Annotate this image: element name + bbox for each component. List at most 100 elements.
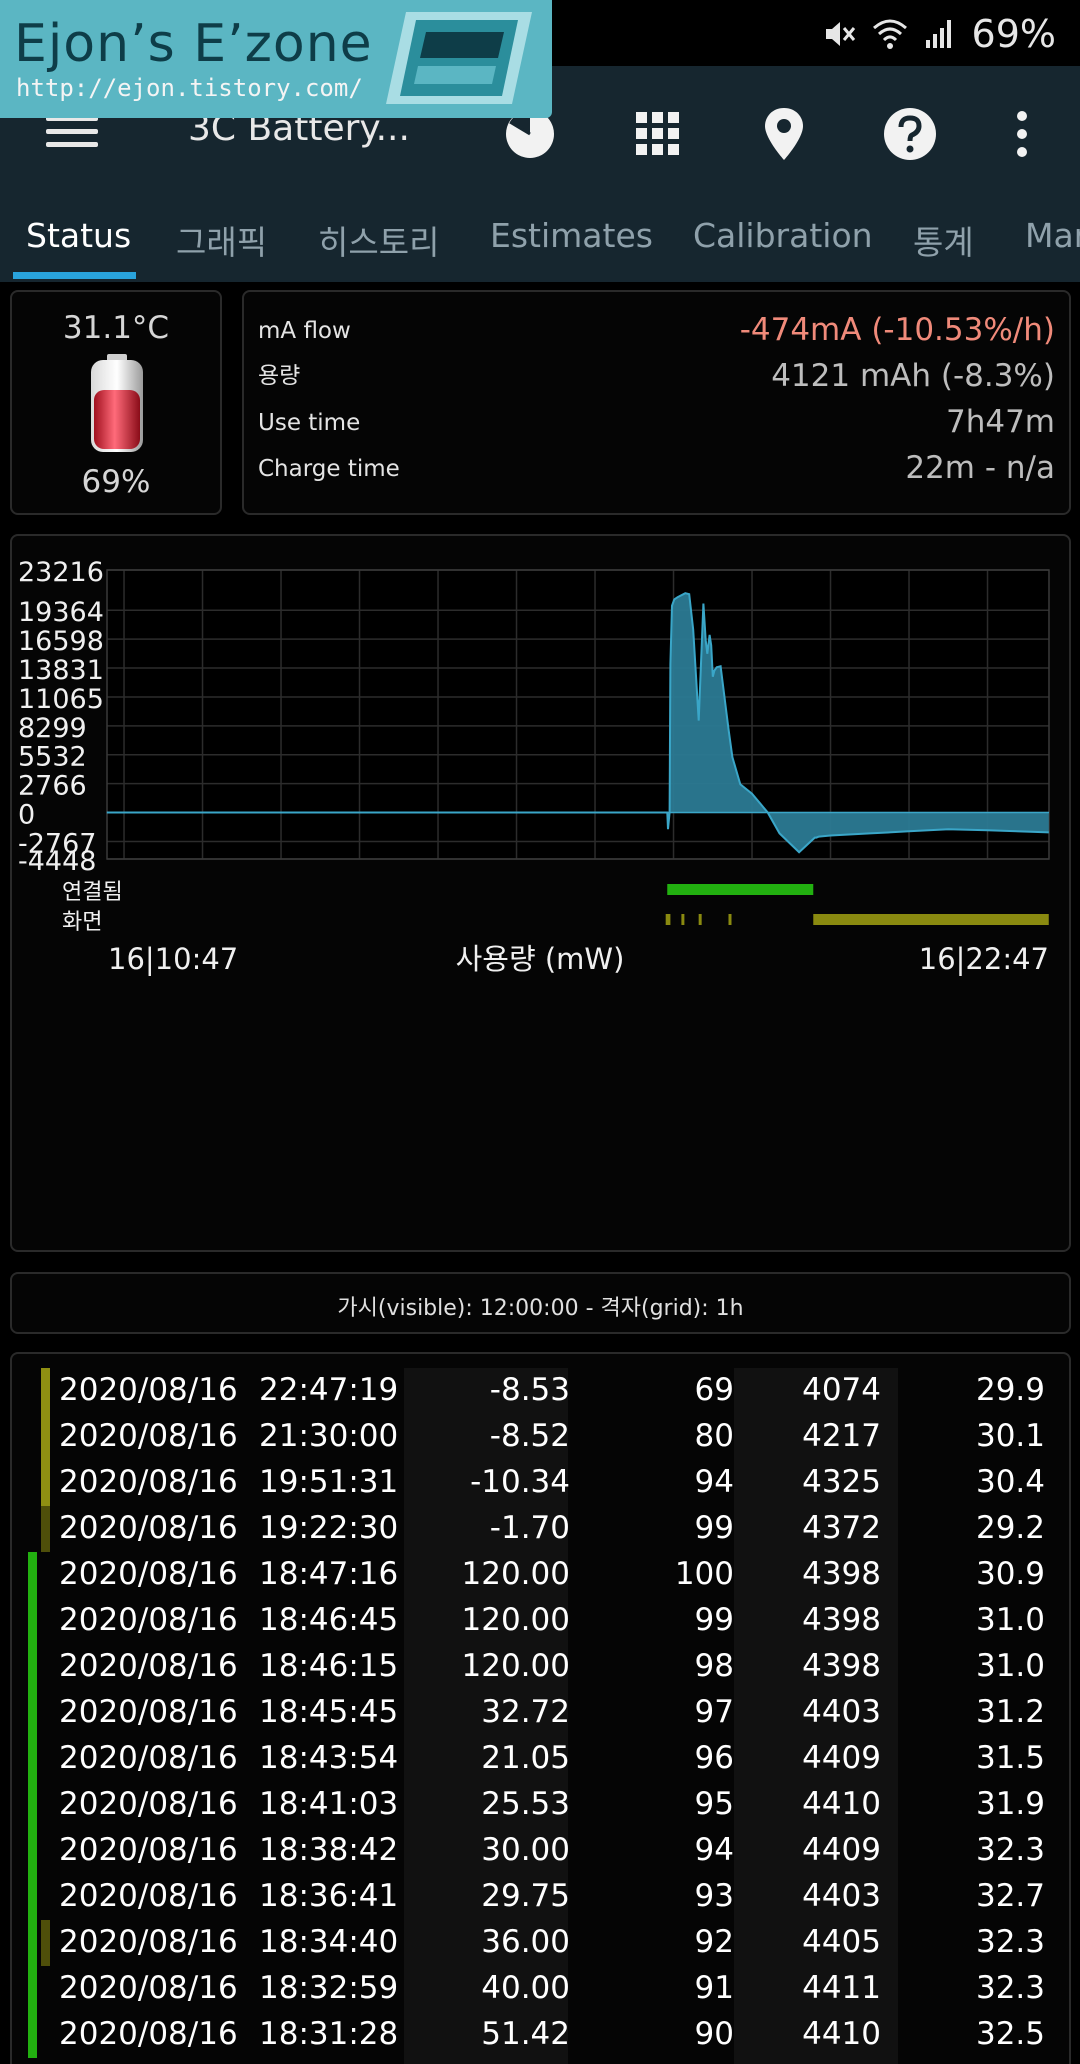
table-row[interactable]: 2020/08/16 18:47:16 120.00 100 4398 30.9 (12, 1552, 1069, 1598)
cell-level: 96 (694, 1740, 734, 1776)
cell-current: 120.00 (461, 1648, 570, 1684)
cell-temperature: 31.0 (975, 1648, 1045, 1684)
tab-graphic[interactable]: 그래픽 (176, 216, 267, 264)
cell-temperature: 30.9 (975, 1556, 1045, 1592)
charging-indicator (28, 1874, 37, 1920)
cell-date: 2020/08/16 (59, 1648, 238, 1684)
apps-grid-icon[interactable] (630, 106, 686, 162)
cell-date: 2020/08/16 (59, 1510, 238, 1546)
cell-temperature: 29.9 (975, 1372, 1045, 1408)
cell-date: 2020/08/16 (59, 1786, 238, 1822)
table-row[interactable]: 2020/08/16 22:47:19 -8.53 69 4074 29.9 (12, 1368, 1069, 1414)
visible-range-bar[interactable]: 가시(visible): 12:00:00 - 격자(grid): 1h (10, 1272, 1071, 1334)
cell-date: 2020/08/16 (59, 1832, 238, 1868)
help-icon[interactable] (882, 106, 938, 162)
battery-level: 69% (81, 464, 151, 500)
cell-date: 2020/08/16 (59, 1740, 238, 1776)
tab-more[interactable]: Mar (1025, 216, 1080, 255)
cell-temperature: 32.5 (975, 2016, 1045, 2052)
cell-current: -1.70 (489, 1510, 570, 1546)
cell-temperature: 31.5 (975, 1740, 1045, 1776)
mute-icon (825, 22, 855, 46)
cell-current: 21.05 (481, 1740, 570, 1776)
tab-stats[interactable]: 통계 (913, 216, 974, 264)
screen-label: 화면 (62, 910, 102, 935)
screen-bar (681, 914, 685, 925)
table-row[interactable]: 2020/08/16 18:36:41 29.75 93 4403 32.7 (12, 1874, 1069, 1920)
charging-indicator (28, 1598, 37, 1644)
charging-indicator (28, 1920, 37, 1966)
battery-temperature: 31.1°C (62, 310, 170, 346)
history-table[interactable]: 2020/08/16 22:47:19 -8.53 69 4074 29.9 2020/08… (10, 1352, 1071, 2064)
table-row[interactable]: 2020/08/16 18:32:59 40.00 91 4411 32.3 (12, 1966, 1069, 2012)
table-row[interactable]: 2020/08/16 19:22:30 -1.70 99 4372 29.2 (12, 1506, 1069, 1552)
menu-icon[interactable] (46, 116, 98, 152)
y-tick-label: 5532 (18, 742, 87, 773)
cell-time: 22:47:19 (259, 1372, 399, 1408)
usage-chart-panel[interactable]: 23216 19364 16598 13831 11065 8299 5532 2766 0 -2… (10, 534, 1071, 1252)
cell-current: -10.34 (470, 1464, 570, 1500)
table-row[interactable]: 2020/08/16 18:31:28 51.42 90 4410 32.5 (12, 2012, 1069, 2058)
cell-time: 18:31:28 (259, 2016, 399, 2052)
table-row[interactable]: 2020/08/16 18:34:40 36.00 92 4405 32.3 (12, 1920, 1069, 1966)
tab-status[interactable]: Status (26, 216, 131, 255)
battery-percent-text: 69% (971, 12, 1056, 56)
location-pin-icon[interactable] (756, 106, 812, 162)
cell-voltage: 4409 (802, 1832, 881, 1868)
table-row[interactable]: 2020/08/16 18:38:42 30.00 94 4409 32.3 (12, 1828, 1069, 1874)
table-row[interactable]: 2020/08/16 18:46:15 120.00 98 4398 31.0 (12, 1644, 1069, 1690)
screen-indicator (41, 1460, 50, 1506)
x-start-label: 16|10:47 (108, 942, 238, 976)
cell-temperature: 29.2 (975, 1510, 1045, 1546)
cell-date: 2020/08/16 (59, 1372, 238, 1408)
charging-indicator (28, 1644, 37, 1690)
logo-badge-icon (386, 12, 532, 104)
cell-date: 2020/08/16 (59, 1970, 238, 2006)
info-row-ma-flow: mA flow -474mA (-10.53%/h) (258, 304, 1055, 348)
screen-bar (728, 914, 732, 925)
cell-time: 19:22:30 (259, 1510, 399, 1546)
cell-voltage: 4398 (802, 1648, 881, 1684)
cell-level: 94 (694, 1832, 734, 1868)
overflow-menu-icon[interactable] (1000, 106, 1044, 162)
table-row[interactable]: 2020/08/16 21:30:00 -8.52 80 4217 30.1 (12, 1414, 1069, 1460)
screen-bar (813, 914, 1049, 925)
y-tick-label: 16598 (18, 626, 104, 657)
x-end-label: 16|22:47 (919, 942, 1049, 976)
cell-level: 69 (694, 1372, 734, 1408)
battery-summary-panel[interactable]: 31.1°C 69% (10, 290, 222, 515)
table-row[interactable]: 2020/08/16 19:51:31 -10.34 94 4325 30.4 (12, 1460, 1069, 1506)
tab-history[interactable]: 히스토리 (318, 216, 439, 264)
table-row[interactable]: 2020/08/16 18:41:03 25.53 95 4410 31.9 (12, 1782, 1069, 1828)
table-row[interactable]: 2020/08/16 18:43:54 21.05 96 4409 31.5 (12, 1736, 1069, 1782)
cell-level: 97 (694, 1694, 734, 1730)
screen-indicator (41, 1506, 50, 1552)
cell-level: 98 (694, 1648, 734, 1684)
info-row-capacity: 용량 4121 mAh (-8.3%) (258, 350, 1055, 394)
y-tick-label: 13831 (18, 655, 104, 686)
tab-calibration[interactable]: Calibration (693, 216, 873, 255)
cell-temperature: 31.2 (975, 1694, 1045, 1730)
cell-level: 95 (694, 1786, 734, 1822)
charging-indicator (28, 1828, 37, 1874)
signal-icon (925, 20, 951, 48)
x-axis-title: 사용량 (mW) (456, 942, 625, 976)
cell-voltage: 4217 (802, 1418, 881, 1454)
charging-indicator (28, 1552, 37, 1598)
usage-chart[interactable]: 23216193641659813831110658299553227660-2… (12, 536, 1069, 1250)
tab-estimates[interactable]: Estimates (490, 216, 653, 255)
cell-level: 92 (694, 1924, 734, 1960)
cell-level: 93 (694, 1878, 734, 1914)
screen-bar (665, 914, 671, 925)
cell-time: 18:45:45 (259, 1694, 399, 1730)
cell-voltage: 4403 (802, 1878, 881, 1914)
cell-current: 25.53 (481, 1786, 570, 1822)
cell-temperature: 32.3 (975, 1924, 1045, 1960)
status-icons: 69% (822, 12, 1056, 56)
cell-temperature: 30.1 (975, 1418, 1045, 1454)
cell-voltage: 4409 (802, 1740, 881, 1776)
table-row[interactable]: 2020/08/16 18:45:45 32.72 97 4403 31.2 (12, 1690, 1069, 1736)
info-value: 4121 mAh (-8.3%) (771, 358, 1055, 394)
info-label: Charge time (258, 456, 400, 482)
table-row[interactable]: 2020/08/16 18:46:45 120.00 99 4398 31.0 (12, 1598, 1069, 1644)
